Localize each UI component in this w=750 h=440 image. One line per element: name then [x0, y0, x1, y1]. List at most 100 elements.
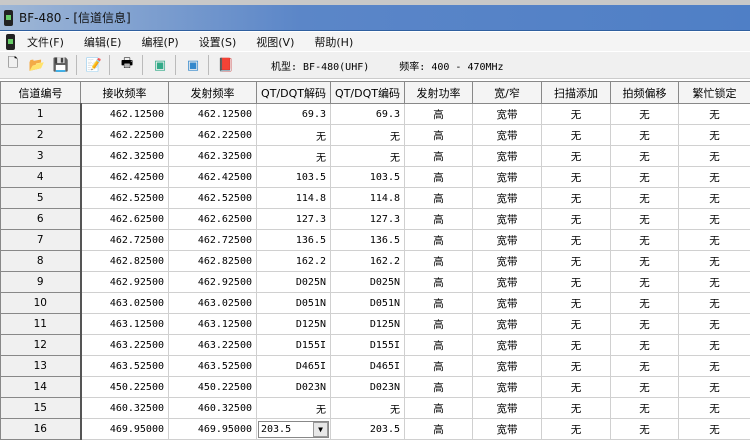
table-cell[interactable]: 162.2 — [257, 251, 331, 272]
column-header[interactable]: 发射功率 — [405, 82, 473, 104]
table-cell[interactable]: 114.8 — [331, 188, 405, 209]
table-cell[interactable]: 450.22500 — [169, 377, 257, 398]
table-cell[interactable]: D465I — [257, 356, 331, 377]
table-cell[interactable]: 无 — [611, 272, 679, 293]
table-cell[interactable]: 宽带 — [473, 146, 542, 167]
table-cell[interactable]: 无 — [679, 209, 750, 230]
table-cell[interactable]: 无 — [679, 293, 750, 314]
menu-item[interactable]: 文件(F) — [27, 34, 64, 50]
table-cell[interactable]: 高 — [405, 146, 473, 167]
table-cell[interactable]: 高 — [405, 188, 473, 209]
menu-item[interactable]: 帮助(H) — [314, 34, 353, 50]
table-cell[interactable]: 无 — [542, 209, 611, 230]
table-cell[interactable]: D465I — [331, 356, 405, 377]
table-cell[interactable]: 136.5 — [257, 230, 331, 251]
table-cell[interactable]: 无 — [542, 314, 611, 335]
table-cell[interactable]: 462.62500 — [81, 209, 169, 230]
table-cell[interactable]: D125N — [331, 314, 405, 335]
table-cell[interactable]: 462.12500 — [169, 104, 257, 125]
table-cell[interactable]: 16 — [1, 419, 81, 440]
column-header[interactable]: 发射频率 — [169, 82, 257, 104]
table-cell[interactable]: 无 — [542, 335, 611, 356]
table-cell[interactable]: 9 — [1, 272, 81, 293]
table-cell[interactable]: 462.22500 — [169, 125, 257, 146]
table-cell[interactable]: 无 — [679, 314, 750, 335]
table-cell[interactable]: 无 — [542, 167, 611, 188]
table-cell[interactable]: 6 — [1, 209, 81, 230]
column-header[interactable]: 拍频偏移 — [611, 82, 679, 104]
table-cell[interactable]: 宽带 — [473, 272, 542, 293]
table-cell[interactable]: 无 — [611, 209, 679, 230]
table-cell[interactable]: 12 — [1, 335, 81, 356]
table-cell[interactable]: 103.5 — [331, 167, 405, 188]
table-cell[interactable]: 无 — [611, 146, 679, 167]
table-cell[interactable]: D051N — [257, 293, 331, 314]
table-cell[interactable]: 462.82500 — [81, 251, 169, 272]
table-cell[interactable]: 宽带 — [473, 419, 542, 440]
table-cell[interactable]: 高 — [405, 335, 473, 356]
table-cell[interactable]: D155I — [331, 335, 405, 356]
table-cell[interactable]: 114.8 — [257, 188, 331, 209]
table-cell[interactable]: 宽带 — [473, 356, 542, 377]
table-cell[interactable]: 无 — [611, 293, 679, 314]
table-cell[interactable]: 高 — [405, 272, 473, 293]
table-cell[interactable]: 无 — [611, 398, 679, 419]
table-cell[interactable]: 宽带 — [473, 167, 542, 188]
table-cell[interactable]: 无 — [257, 125, 331, 146]
table-cell[interactable]: 高 — [405, 104, 473, 125]
table-cell[interactable]: 463.52500 — [81, 356, 169, 377]
table-cell[interactable]: 4 — [1, 167, 81, 188]
table-cell[interactable]: 无 — [611, 419, 679, 440]
table-cell[interactable]: 无 — [542, 230, 611, 251]
column-header[interactable]: 宽/窄 — [473, 82, 542, 104]
edit-icon[interactable]: 📝 — [85, 56, 103, 74]
table-cell[interactable]: 高 — [405, 377, 473, 398]
table-cell[interactable]: D125N — [257, 314, 331, 335]
table-cell[interactable]: 462.82500 — [169, 251, 257, 272]
table-cell[interactable]: 203.5▼ — [257, 419, 331, 440]
table-cell[interactable]: 14 — [1, 377, 81, 398]
chevron-down-icon[interactable]: ▼ — [313, 422, 328, 437]
table-cell[interactable]: 宽带 — [473, 104, 542, 125]
table-cell[interactable]: 无 — [679, 377, 750, 398]
column-header[interactable]: QT/DQT解码 — [257, 82, 331, 104]
table-cell[interactable]: 无 — [679, 167, 750, 188]
ctcss-dropdown[interactable]: 203.5▼ — [258, 421, 329, 438]
new-file-icon[interactable]: 🗋 — [4, 56, 22, 74]
table-cell[interactable]: 无 — [611, 188, 679, 209]
table-cell[interactable]: 宽带 — [473, 125, 542, 146]
table-cell[interactable]: 8 — [1, 251, 81, 272]
table-cell[interactable]: D155I — [257, 335, 331, 356]
table-cell[interactable]: 宽带 — [473, 377, 542, 398]
table-cell[interactable]: 460.32500 — [169, 398, 257, 419]
table-cell[interactable]: 2 — [1, 125, 81, 146]
table-cell[interactable]: 463.22500 — [81, 335, 169, 356]
table-cell[interactable]: 462.42500 — [81, 167, 169, 188]
table-cell[interactable]: 无 — [611, 167, 679, 188]
table-cell[interactable]: 无 — [679, 356, 750, 377]
table-cell[interactable]: 无 — [542, 356, 611, 377]
table-cell[interactable]: 462.32500 — [81, 146, 169, 167]
table-cell[interactable]: D025N — [331, 272, 405, 293]
table-cell[interactable]: 462.52500 — [81, 188, 169, 209]
table-cell[interactable]: 463.22500 — [169, 335, 257, 356]
table-cell[interactable]: 无 — [542, 188, 611, 209]
table-cell[interactable]: 462.62500 — [169, 209, 257, 230]
table-cell[interactable]: 462.42500 — [169, 167, 257, 188]
table-cell[interactable]: 463.02500 — [169, 293, 257, 314]
table-cell[interactable]: 无 — [611, 125, 679, 146]
table-cell[interactable]: 高 — [405, 293, 473, 314]
column-header[interactable]: 信道编号 — [1, 82, 81, 104]
table-cell[interactable]: 无 — [611, 251, 679, 272]
table-cell[interactable]: 13 — [1, 356, 81, 377]
table-cell[interactable]: D051N — [331, 293, 405, 314]
table-cell[interactable]: 3 — [1, 146, 81, 167]
table-cell[interactable]: 462.72500 — [81, 230, 169, 251]
table-cell[interactable]: 高 — [405, 125, 473, 146]
table-cell[interactable]: 无 — [611, 104, 679, 125]
menu-item[interactable]: 编辑(E) — [84, 34, 122, 50]
table-cell[interactable]: 无 — [679, 230, 750, 251]
table-cell[interactable]: 460.32500 — [81, 398, 169, 419]
table-cell[interactable]: 136.5 — [331, 230, 405, 251]
table-cell[interactable]: 无 — [542, 293, 611, 314]
